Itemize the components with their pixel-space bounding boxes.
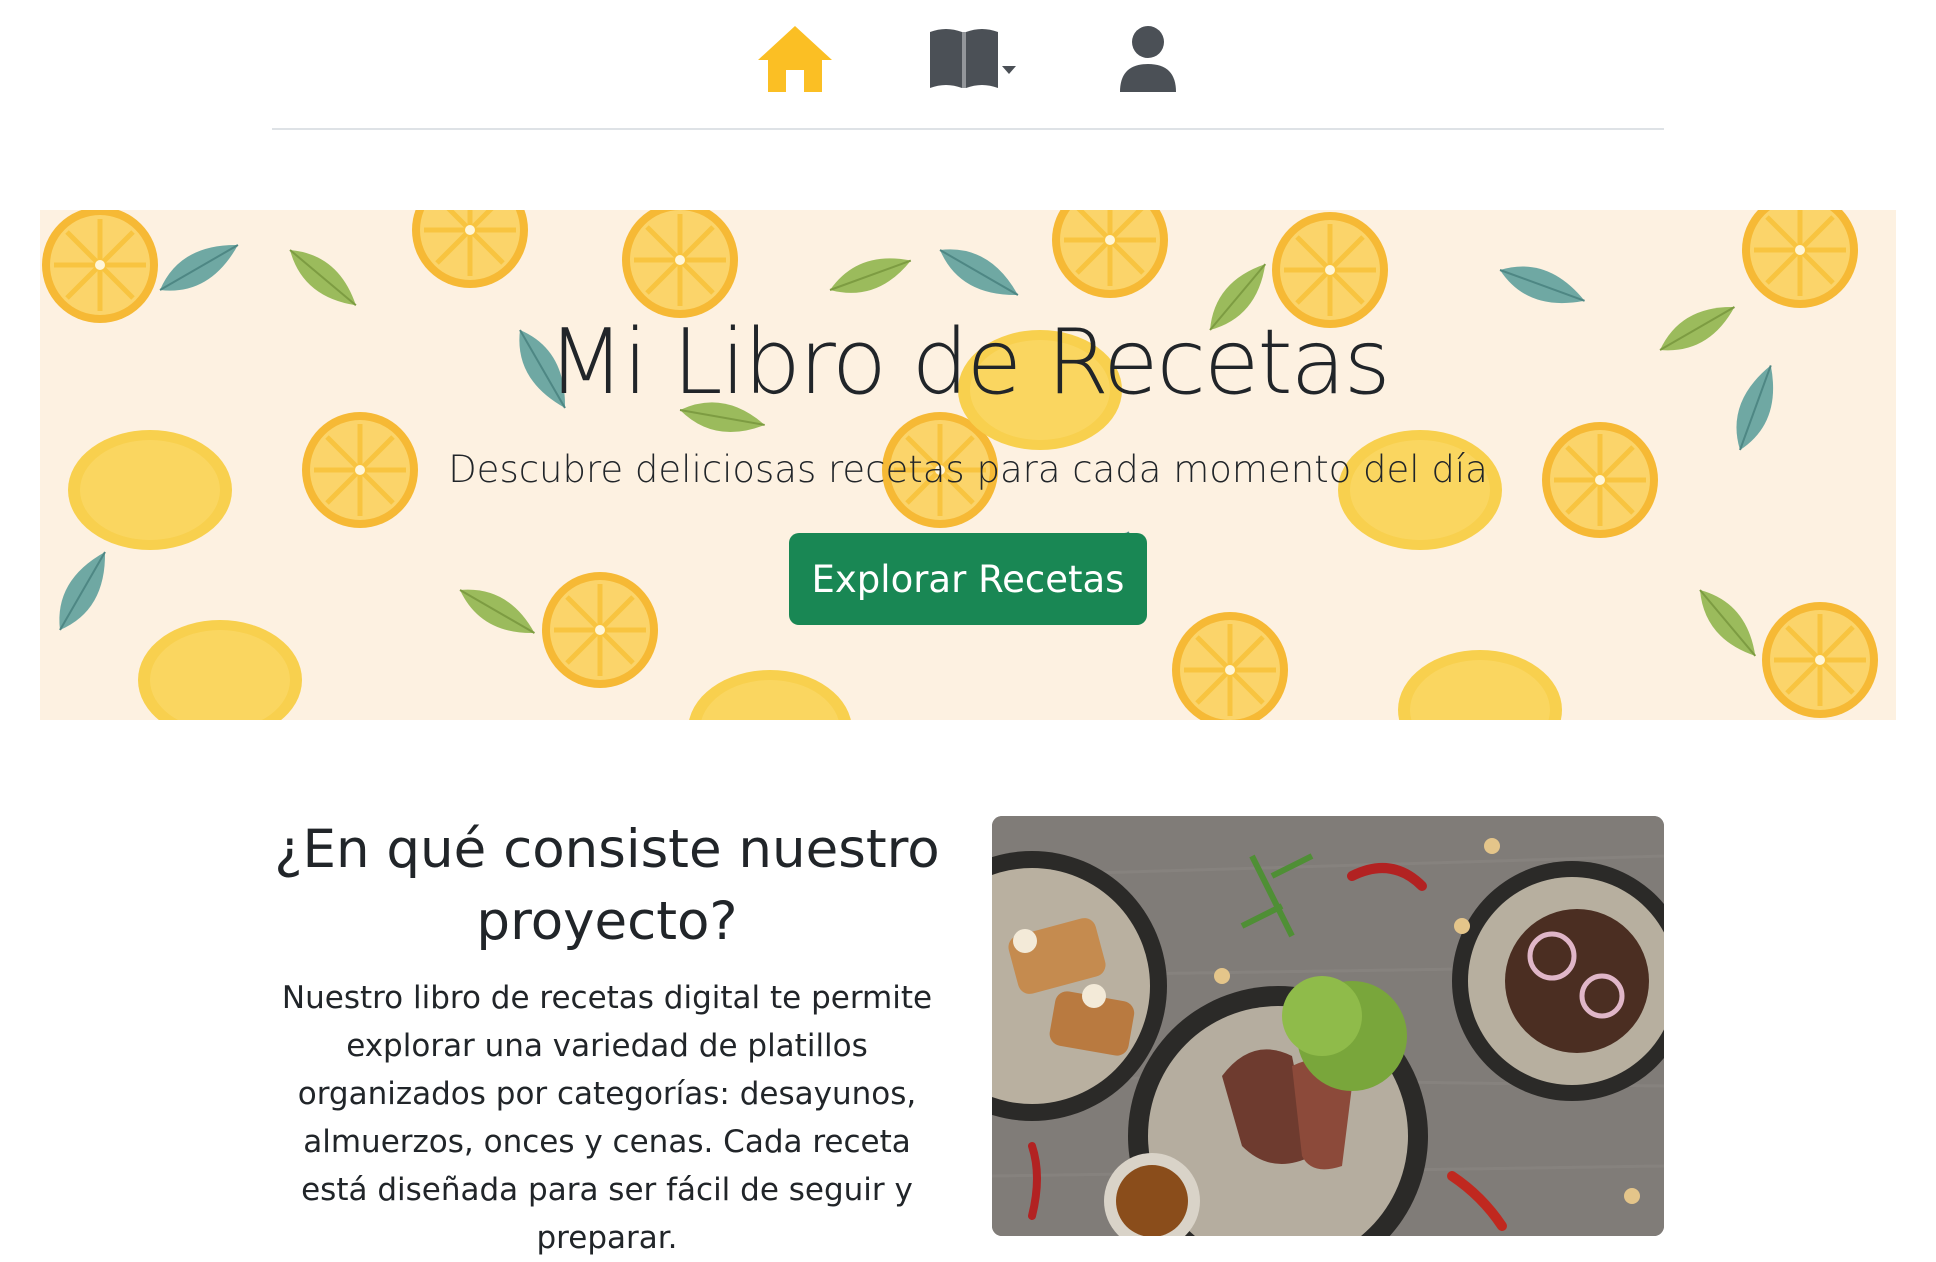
about-section: ¿En qué consiste nuestro proyecto? Nuest…	[272, 814, 942, 1262]
user-icon	[1120, 26, 1176, 92]
food-dishes-illustration	[992, 816, 1664, 1236]
nav-home-link[interactable]	[756, 24, 834, 99]
top-navbar	[272, 0, 1664, 130]
hero-subtitle: Descubre deliciosas recetas para cada mo…	[448, 448, 1488, 491]
food-dishes-image	[992, 816, 1664, 1236]
caret-down-icon	[1002, 66, 1016, 74]
home-icon	[758, 26, 832, 92]
book-open-icon	[930, 29, 1016, 88]
hero-content: Mi Libro de Recetas Descubre deliciosas …	[40, 210, 1896, 720]
hero-banner: Mi Libro de Recetas Descubre deliciosas …	[40, 210, 1896, 720]
hero-title: Mi Libro de Recetas	[547, 310, 1390, 415]
about-text: Nuestro libro de recetas digital te perm…	[281, 980, 933, 1256]
nav-recipes-dropdown[interactable]	[926, 24, 1016, 97]
explore-recipes-button[interactable]: Explorar Recetas	[789, 533, 1147, 625]
about-title: ¿En qué consiste nuestro proyecto?	[274, 819, 940, 952]
nav-user-link[interactable]	[1118, 24, 1178, 97]
